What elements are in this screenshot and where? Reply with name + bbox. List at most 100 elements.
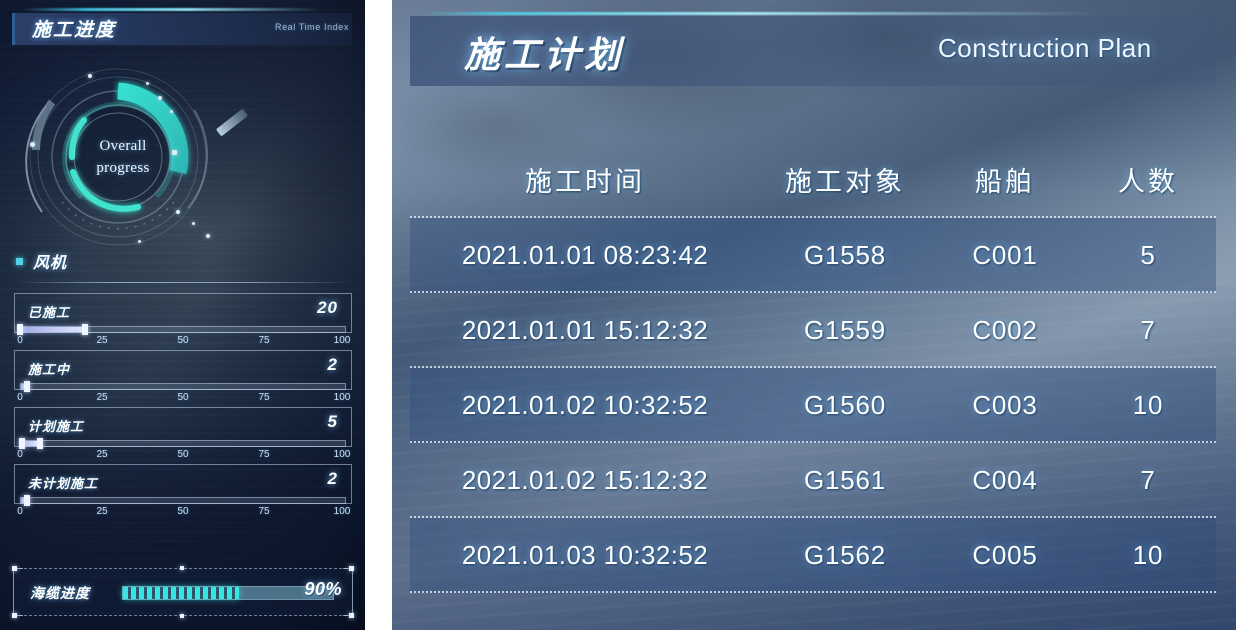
metric-value: 5 <box>327 412 338 431</box>
metric-knob[interactable] <box>19 438 25 449</box>
metric-knob[interactable] <box>17 324 23 335</box>
column-header-time: 施工时间 <box>525 166 645 197</box>
cell-time: 2021.01.01 08:23:42 <box>461 240 709 270</box>
metric-label: 施工中 <box>28 362 71 377</box>
particle-dot <box>176 210 180 214</box>
particle-dot <box>170 110 173 113</box>
axis-tick: 25 <box>96 506 108 517</box>
corner-dot <box>349 613 354 618</box>
corner-dot <box>180 566 184 570</box>
cell-time: 2021.01.01 15:12:32 <box>461 315 709 345</box>
axis-tick: 0 <box>17 335 23 346</box>
page-subtitle: Real Time Index <box>274 22 349 32</box>
metric-axis: 0 25 50 75 100 <box>14 449 352 463</box>
axis-tick: 75 <box>258 392 270 403</box>
metric-value: 20 <box>317 298 338 317</box>
metric-label: 未计划施工 <box>28 476 99 491</box>
metric-row[interactable]: 未计划施工 2 0 25 50 75 100 <box>14 464 352 521</box>
bracket-left <box>13 568 23 616</box>
metric-axis: 0 25 50 75 100 <box>14 392 352 406</box>
metric-knob[interactable] <box>24 381 30 392</box>
metric-knob-end[interactable] <box>82 324 88 335</box>
axis-tick: 75 <box>258 449 270 460</box>
particle-dot <box>138 240 141 243</box>
axis-tick: 100 <box>333 392 351 403</box>
plan-subtitle: Construction Plan <box>938 33 1152 63</box>
metric-value: 2 <box>327 469 338 488</box>
table-row[interactable]: 2021.01.02 15:12:32 G1561 C004 7 <box>410 443 1216 518</box>
metric-label: 计划施工 <box>28 419 85 434</box>
metric-fill <box>21 327 86 332</box>
cell-people: 7 <box>1140 315 1156 345</box>
cell-people: 10 <box>1132 540 1164 570</box>
section-divider <box>14 282 352 283</box>
metric-track[interactable] <box>20 497 346 504</box>
overall-progress-gauge: Overall progress <box>18 62 228 252</box>
table-row[interactable]: 2021.01.01 15:12:32 G1559 C002 7 <box>410 293 1216 368</box>
axis-tick: 50 <box>177 392 189 403</box>
table-row[interactable]: 2021.01.01 08:23:42 G1558 C001 5 <box>410 218 1216 293</box>
axis-tick: 25 <box>96 449 108 460</box>
axis-tick: 25 <box>96 335 108 346</box>
axis-tick: 100 <box>333 449 351 460</box>
metric-knob-end[interactable] <box>37 438 43 449</box>
metric-track[interactable] <box>20 383 346 390</box>
metric-row[interactable]: 计划施工 5 0 25 50 75 100 <box>14 407 352 464</box>
metric-track[interactable] <box>20 440 346 447</box>
metric-label: 已施工 <box>28 305 71 320</box>
particle-dot <box>88 74 92 78</box>
table-header-row: 施工时间 施工对象 船舶 人数 <box>410 140 1216 218</box>
metric-knob[interactable] <box>24 495 30 506</box>
cell-ship: C002 <box>972 315 1038 345</box>
axis-tick: 100 <box>333 335 351 346</box>
cell-people: 7 <box>1140 465 1156 495</box>
axis-tick: 50 <box>177 335 189 346</box>
plan-title: 施工计划 <box>464 34 625 75</box>
table-row[interactable]: 2021.01.02 10:32:52 G1560 C003 10 <box>410 368 1216 443</box>
corner-dot <box>349 566 354 571</box>
cell-object: G1558 <box>803 240 887 270</box>
axis-tick: 0 <box>17 506 23 517</box>
cell-object: G1559 <box>803 315 887 345</box>
row-divider <box>410 591 1216 593</box>
metrics-list: 已施工 20 0 25 50 75 100 施工中 2 0 25 50 75 1… <box>14 293 352 521</box>
cell-people: 10 <box>1132 390 1164 420</box>
column-header-people: 人数 <box>1118 166 1178 197</box>
corner-dot <box>12 613 17 618</box>
metric-track[interactable] <box>20 326 346 333</box>
cell-ship: C005 <box>972 540 1038 570</box>
particle-dot <box>192 222 195 225</box>
axis-tick: 25 <box>96 392 108 403</box>
axis-tick: 100 <box>333 506 351 517</box>
metric-value: 2 <box>327 355 338 374</box>
column-header-ship: 船舶 <box>975 166 1035 197</box>
metric-row[interactable]: 施工中 2 0 25 50 75 100 <box>14 350 352 407</box>
cell-object: G1561 <box>803 465 887 495</box>
cell-object: G1560 <box>803 390 887 420</box>
cell-people: 5 <box>1140 240 1156 270</box>
axis-tick: 75 <box>258 506 270 517</box>
column-header-object: 施工对象 <box>785 166 905 197</box>
cell-ship: C004 <box>972 465 1038 495</box>
metric-row[interactable]: 已施工 20 0 25 50 75 100 <box>14 293 352 350</box>
page-title: 施工进度 <box>32 20 117 41</box>
cable-progress-value: 90% <box>304 579 342 599</box>
section-title-turbine: 风机 <box>33 255 68 272</box>
particle-dot <box>158 96 162 100</box>
construction-plan-table: 施工时间 施工对象 船舶 人数 2021.01.01 08:23:42 G155… <box>410 140 1216 593</box>
cell-object: G1562 <box>803 540 887 570</box>
axis-tick: 50 <box>177 449 189 460</box>
cell-time: 2021.01.02 15:12:32 <box>461 465 709 495</box>
cable-progress-fill <box>123 587 239 599</box>
dashboard-screen: 施工进度 Real Time Index Overall progress 风机… <box>0 0 1236 630</box>
table-row[interactable]: 2021.01.03 10:32:52 G1562 C005 10 <box>410 518 1216 593</box>
cell-time: 2021.01.02 10:32:52 <box>461 390 709 420</box>
particle-dot <box>206 234 210 238</box>
cell-ship: C003 <box>972 390 1038 420</box>
construction-plan-panel: 施工计划 Construction Plan 施工时间 施工对象 船舶 人数 2… <box>392 0 1236 630</box>
corner-dot <box>180 614 184 618</box>
cable-progress-track[interactable] <box>122 586 334 600</box>
construction-progress-panel: 施工进度 Real Time Index Overall progress 风机… <box>0 0 365 630</box>
bracket-right <box>343 568 353 616</box>
cable-progress-panel: 海缆进度 90% <box>12 566 354 618</box>
